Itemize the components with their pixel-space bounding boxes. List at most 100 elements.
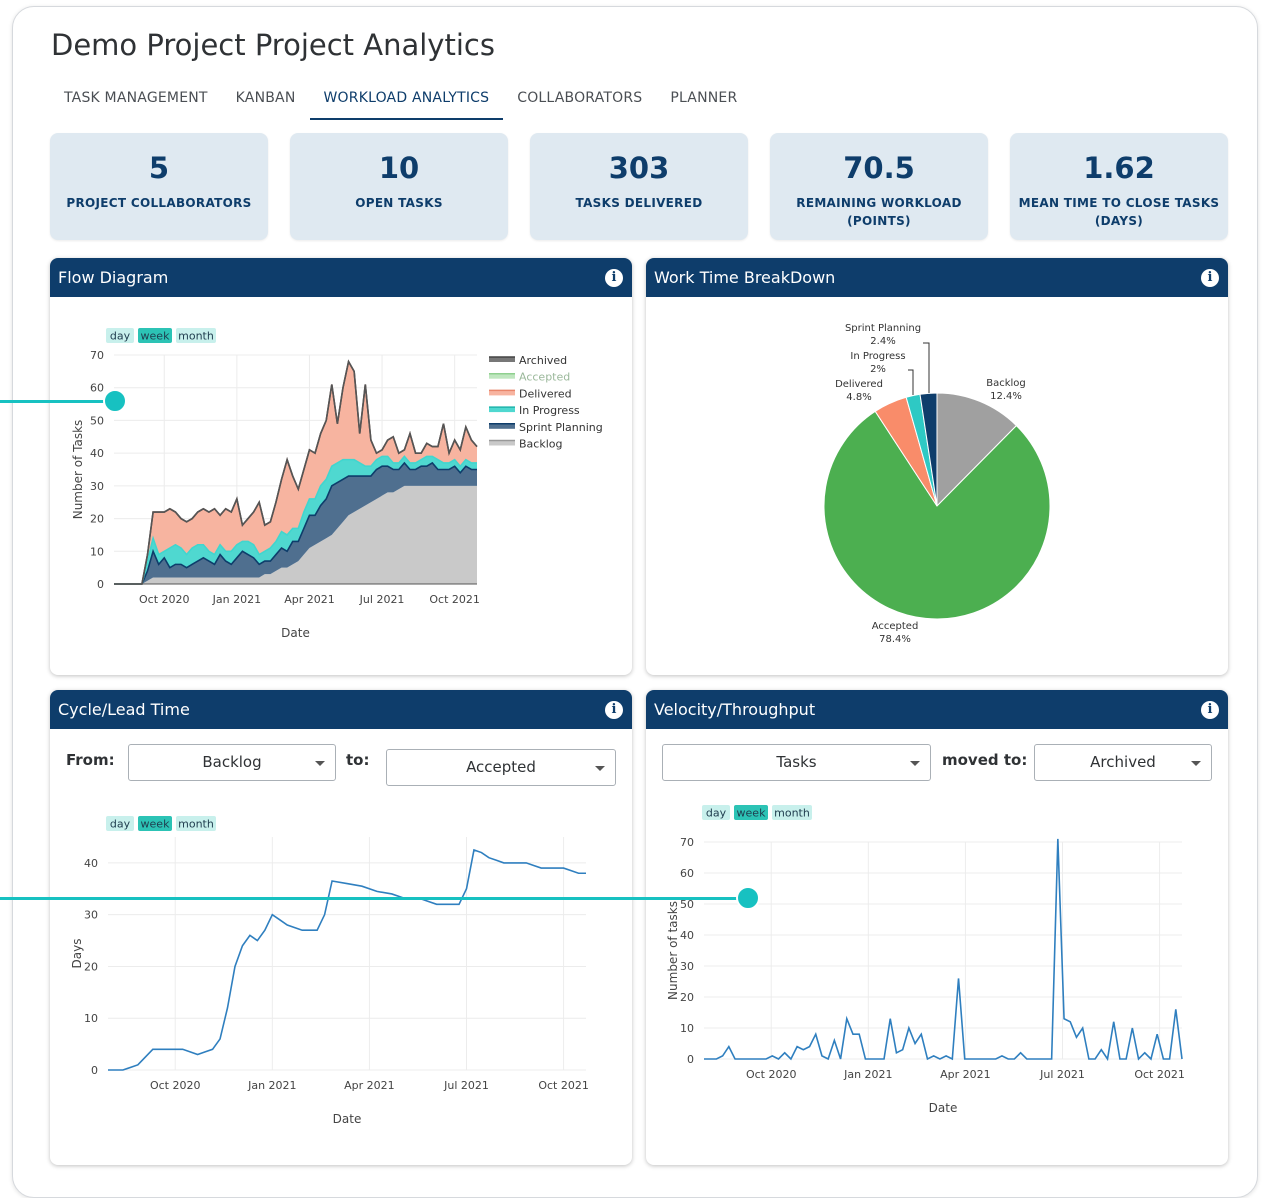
- tab-workload-analytics[interactable]: WORKLOAD ANALYTICS: [309, 82, 504, 120]
- card-title: Velocity/Throughput: [654, 700, 816, 719]
- y-tick-label: 40: [84, 857, 98, 870]
- x-tick-label: Oct 2021: [1134, 1068, 1185, 1081]
- kpi-label-line1: OPEN TASKS: [355, 196, 443, 210]
- kpi-project-collaborators: 5 PROJECT COLLABORATORS: [50, 133, 268, 240]
- kpi-label: OPEN TASKS: [290, 194, 508, 212]
- kpi-mean-time-to-close: 1.62 MEAN TIME TO CLOSE TASKS (DAYS): [1010, 133, 1228, 240]
- y-tick-label: 10: [84, 1012, 98, 1025]
- kpi-label-line1: MEAN TIME TO CLOSE TASKS: [1018, 196, 1220, 210]
- kpi-row: 5 PROJECT COLLABORATORS 10 OPEN TASKS 30…: [50, 133, 1228, 240]
- kpi-value: 10: [378, 151, 420, 185]
- pie-label-value: 4.8%: [846, 392, 871, 403]
- kpi-label: TASKS DELIVERED: [530, 194, 748, 212]
- x-tick-label: Oct 2020: [746, 1068, 797, 1081]
- range-button-label: month: [774, 807, 810, 820]
- range-button-label: week: [141, 818, 171, 831]
- pie-label-value: 78.4%: [879, 634, 911, 645]
- y-tick-label: 0: [91, 1064, 98, 1077]
- y-tick-label: 60: [680, 867, 694, 880]
- range-button-label: day: [110, 330, 131, 343]
- kpi-open-tasks: 10 OPEN TASKS: [290, 133, 508, 240]
- pie-label-name: Delivered: [835, 379, 883, 390]
- kpi-remaining-workload: 70.5 REMAINING WORKLOAD (POINTS): [770, 133, 988, 240]
- kpi-label-line1: REMAINING WORKLOAD: [796, 196, 962, 210]
- card-title: Cycle/Lead Time: [58, 700, 190, 719]
- kpi-tasks-delivered: 303 TASKS DELIVERED: [530, 133, 748, 240]
- y-tick-label: 10: [680, 1022, 694, 1035]
- x-tick-label: Oct 2021: [429, 593, 480, 606]
- card-title: Work Time BreakDown: [654, 268, 836, 287]
- x-tick-label: Jan 2021: [843, 1068, 892, 1081]
- flow-diagram-chart: day week month 0 10 20 30 40 50 60 70 Oct 2020 Jan 2…: [71, 328, 603, 640]
- y-tick-label: 30: [84, 909, 98, 922]
- info-icon[interactable]: i: [1201, 269, 1219, 287]
- card-title: Flow Diagram: [58, 268, 169, 287]
- cycle-lead-time-card: Cycle/Lead Time i From: Backlog to: Acce…: [50, 690, 632, 1165]
- pie-label-name: Sprint Planning: [845, 323, 921, 334]
- x-tick-label: Apr 2021: [284, 593, 335, 606]
- legend-label: Backlog: [519, 438, 562, 451]
- x-axis-title: Date: [333, 1112, 362, 1126]
- y-axis-title: Number of Tasks: [71, 420, 85, 520]
- legend-label: In Progress: [519, 404, 580, 417]
- pie-label-value: 12.4%: [990, 391, 1022, 402]
- flow-diagram-card: Flow Diagram i day week month 0 10 20 30 40 50 60…: [50, 258, 632, 675]
- card-header: Velocity/Throughput i: [646, 690, 1228, 729]
- y-tick-label: 0: [687, 1053, 694, 1066]
- x-axis-title: Date: [929, 1101, 958, 1115]
- y-tick-label: 20: [680, 991, 694, 1004]
- annotation-dot: [736, 886, 760, 910]
- pie-label-value: 2%: [870, 364, 886, 375]
- y-tick-label: 0: [97, 578, 104, 591]
- annotation-dot: [103, 389, 127, 413]
- range-button-label: month: [178, 818, 214, 831]
- y-tick-label: 30: [680, 960, 694, 973]
- legend-label: Accepted: [519, 371, 570, 384]
- line-cycle-time: [108, 848, 586, 1071]
- info-icon[interactable]: i: [605, 701, 623, 719]
- tab-kanban[interactable]: KANBAN: [222, 82, 310, 120]
- kpi-value: 5: [148, 151, 170, 185]
- cycle-time-chart: day week month 0 10 20 30 40 Oct 2020 Jan 2021 Apr…: [70, 816, 589, 1126]
- kpi-label: PROJECT COLLABORATORS: [50, 194, 268, 212]
- card-header: Work Time BreakDown i: [646, 258, 1228, 297]
- y-axis-title: Number of tasks: [666, 901, 680, 1000]
- work-time-card: Work Time BreakDown i Backlog 12.4% Accept…: [646, 258, 1228, 675]
- tab-task-management[interactable]: TASK MANAGEMENT: [50, 82, 222, 120]
- kpi-label: REMAINING WORKLOAD (POINTS): [770, 194, 988, 230]
- kpi-label: MEAN TIME TO CLOSE TASKS (DAYS): [1010, 194, 1228, 230]
- legend-swatch: [489, 373, 515, 379]
- info-icon[interactable]: i: [605, 269, 623, 287]
- legend-swatch: [489, 407, 515, 413]
- pie-label-name: Accepted: [872, 621, 919, 632]
- y-tick-label: 70: [90, 349, 104, 362]
- tab-bar: TASK MANAGEMENT KANBAN WORKLOAD ANALYTIC…: [50, 82, 751, 120]
- x-tick-label: Jul 2021: [443, 1079, 489, 1092]
- x-tick-label: Oct 2020: [150, 1079, 201, 1092]
- y-tick-label: 10: [90, 545, 104, 558]
- range-button-label: week: [141, 330, 171, 343]
- pie-leader-line: [923, 342, 930, 393]
- tab-collaborators[interactable]: COLLABORATORS: [503, 82, 656, 120]
- pie-label-name: Backlog: [986, 378, 1026, 389]
- line-throughput: [704, 838, 1183, 1062]
- legend-label: Sprint Planning: [519, 421, 603, 434]
- annotation-line: [0, 400, 116, 403]
- y-tick-label: 20: [90, 513, 104, 526]
- y-tick-label: 40: [680, 929, 694, 942]
- kpi-value: 303: [608, 151, 670, 185]
- y-tick-label: 20: [84, 960, 98, 973]
- y-axis-title: Days: [70, 939, 84, 969]
- tab-planner[interactable]: PLANNER: [656, 82, 751, 120]
- info-icon[interactable]: i: [1201, 701, 1219, 719]
- x-tick-label: Oct 2020: [139, 593, 190, 606]
- kpi-value: 1.62: [1083, 151, 1155, 185]
- range-button-label: day: [706, 807, 727, 820]
- work-time-pie-chart: Backlog 12.4% Accepted 78.4% Delivered 4.8% In…: [823, 323, 1051, 645]
- kpi-label-line2: (DAYS): [1094, 214, 1144, 228]
- card-header: Cycle/Lead Time i: [50, 690, 632, 729]
- x-tick-label: Apr 2021: [344, 1079, 395, 1092]
- y-tick-label: 40: [90, 447, 104, 460]
- legend-label: Archived: [519, 354, 567, 367]
- annotation-line: [0, 897, 748, 900]
